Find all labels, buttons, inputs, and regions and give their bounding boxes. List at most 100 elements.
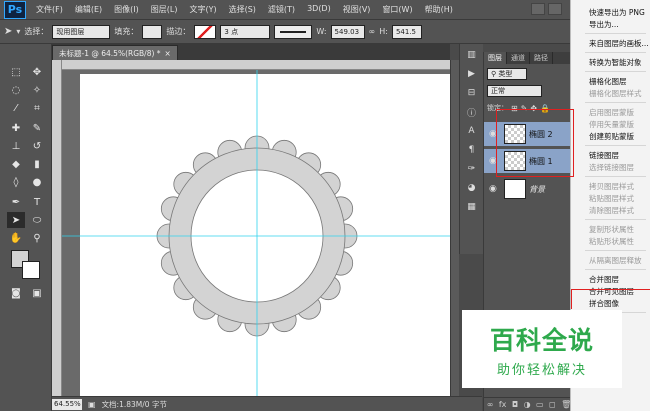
context-menu-item[interactable]: 选择链接图层 [571,161,650,173]
toolbox: ⬚ ✥ ◌ ✧ ⁄ ⌗ ✚ ✎ ⊥ ↺ ◆ ▮ ◊ ● ✒ T ➤ ⬭ ✋ ⚲ … [0,44,52,411]
menu-item[interactable]: 编辑(E) [69,4,108,15]
move-tool-icon[interactable]: ➤ [4,26,12,37]
properties-panel-icon[interactable]: ⊟ [463,85,481,101]
vertical-ruler[interactable] [52,60,62,396]
menu-item[interactable]: 窗口(W) [376,4,418,15]
color-panel-icon[interactable]: ◕ [463,180,481,196]
quick-mask-icon[interactable]: ◙ [7,285,25,301]
layer-kind-dropdown[interactable]: ⚲ 类型 [487,68,527,80]
brush-tool-icon[interactable]: ✎ [28,120,46,136]
context-menu-item[interactable]: 导出为... [571,18,650,30]
maximize-button[interactable] [548,3,562,15]
screen-mode-icon[interactable]: ▣ [28,285,46,301]
menu-item[interactable]: 文字(Y) [183,4,222,15]
horizontal-ruler[interactable] [62,60,450,70]
context-menu-item[interactable]: 链接图层 [571,149,650,161]
tab-paths[interactable]: 路径 [530,52,553,64]
crop-tool-icon[interactable]: ⌗ [28,100,46,116]
history-panel-icon[interactable]: ▥ [463,47,481,63]
type-tool-icon[interactable]: T [28,194,46,210]
eyedropper-icon[interactable]: ⁄ [7,100,25,116]
status-icon[interactable]: ▣ [88,400,96,409]
adjustment-icon[interactable]: ◑ [524,400,531,409]
document-tab[interactable]: 未标题-1 @ 64.5%(RGB/8) * × [52,45,178,60]
context-menu-item[interactable]: 栅格化图层样式 [571,87,650,99]
context-menu-item[interactable]: 快速导出为 PNG [571,6,650,18]
context-menu-item[interactable]: 来自图层的画板... [571,37,650,49]
eraser-tool-icon[interactable]: ◆ [7,156,25,172]
close-icon[interactable]: × [165,49,171,58]
move-tool-icon[interactable]: ✥ [28,64,46,80]
context-menu-item[interactable]: 清除图层样式 [571,204,650,216]
fx-icon[interactable]: fx [499,400,507,409]
healing-brush-icon[interactable]: ✚ [7,120,25,136]
character-panel-icon[interactable]: A [463,123,481,139]
blend-mode-dropdown[interactable]: 正常 [487,85,542,97]
menu-item[interactable]: 图像(I) [108,4,145,15]
mask-icon[interactable]: ◘ [512,400,518,409]
group-icon[interactable]: ▭ [536,400,544,409]
tab-channels[interactable]: 通道 [507,52,530,64]
menu-item[interactable]: 图层(L) [145,4,184,15]
width-label: W: [316,27,327,36]
photoshop-logo: Ps [4,0,26,19]
paragraph-panel-icon[interactable]: ¶ [463,142,481,158]
pen-tool-icon[interactable]: ✒ [7,194,25,210]
ellipse-tool-icon[interactable]: ⬭ [28,212,46,228]
blur-tool-icon[interactable]: ◊ [7,174,25,190]
stroke-swatch[interactable] [194,24,217,39]
menu-separator [585,269,646,270]
context-menu-item[interactable]: 启用图层蒙版 [571,106,650,118]
layer-row-background[interactable]: ◉ 背景 [484,177,574,201]
play-action-icon[interactable]: ▶ [463,66,481,82]
swatches-panel-icon[interactable]: ▦ [463,199,481,215]
gradient-tool-icon[interactable]: ▮ [28,156,46,172]
stamp-tool-icon[interactable]: ⊥ [7,138,25,154]
vertical-scrollbar[interactable] [450,60,459,396]
context-menu-item[interactable]: 复制形状属性 [571,223,650,235]
hand-tool-icon[interactable]: ✋ [7,230,25,246]
menu-separator [585,219,646,220]
history-brush-icon[interactable]: ↺ [28,138,46,154]
context-menu-item[interactable]: 拷贝图层样式 [571,180,650,192]
tool-preset-arrow-icon[interactable]: ▾ [16,27,20,36]
context-menu-item[interactable]: 栅格化图层 [571,75,650,87]
context-menu-item[interactable]: 创建剪贴蒙版 [571,130,650,142]
menu-item[interactable]: 选择(S) [223,4,262,15]
background-color-swatch[interactable] [22,261,40,279]
dodge-tool-icon[interactable]: ● [28,174,46,190]
menu-item[interactable]: 视图(V) [337,4,377,15]
context-menu-item[interactable]: 粘贴形状属性 [571,235,650,247]
stroke-size-field[interactable]: 3 点 [220,24,271,39]
info-panel-icon[interactable]: ⓘ [463,104,481,120]
magic-wand-icon[interactable]: ✧ [28,82,46,98]
width-field[interactable]: 549.03 [330,24,365,39]
context-menu-item[interactable]: 粘贴图层样式 [571,192,650,204]
menu-item[interactable]: 文件(F) [30,4,69,15]
height-field[interactable]: 541.5 [391,24,422,39]
zoom-field[interactable]: 64.55% [52,398,82,410]
marquee-tool-icon[interactable]: ⬚ [7,64,25,80]
menu-item[interactable]: 帮助(H) [419,4,459,15]
menu-item[interactable]: 3D(D) [301,4,337,15]
canvas-area[interactable] [62,70,450,396]
path-selection-tool-icon[interactable]: ➤ [7,212,25,228]
new-layer-icon[interactable]: ◻ [549,400,556,409]
link-layers-icon[interactable]: ∞ [487,400,494,409]
zoom-tool-icon[interactable]: ⚲ [28,230,46,246]
eye-icon[interactable]: ◉ [489,184,501,194]
minimize-button[interactable] [531,3,545,15]
select-dropdown[interactable]: 现用图层 [52,24,111,39]
menu-item[interactable]: 滤镜(T) [262,4,301,15]
tab-layers[interactable]: 图层 [484,52,507,64]
context-menu-item[interactable]: 从隔离图层释放 [571,254,650,266]
lasso-tool-icon[interactable]: ◌ [7,82,25,98]
link-icon[interactable]: ∞ [369,27,376,36]
canvas[interactable] [62,70,450,396]
context-menu-item[interactable]: 转换为智能对象 [571,56,650,68]
context-menu-item[interactable]: 停用矢量蒙版 [571,118,650,130]
context-menu-item[interactable]: 合并图层 [571,273,650,285]
brush-panel-icon[interactable]: ✑ [463,161,481,177]
fill-swatch[interactable] [142,24,163,39]
stroke-type-dropdown[interactable] [274,24,313,39]
